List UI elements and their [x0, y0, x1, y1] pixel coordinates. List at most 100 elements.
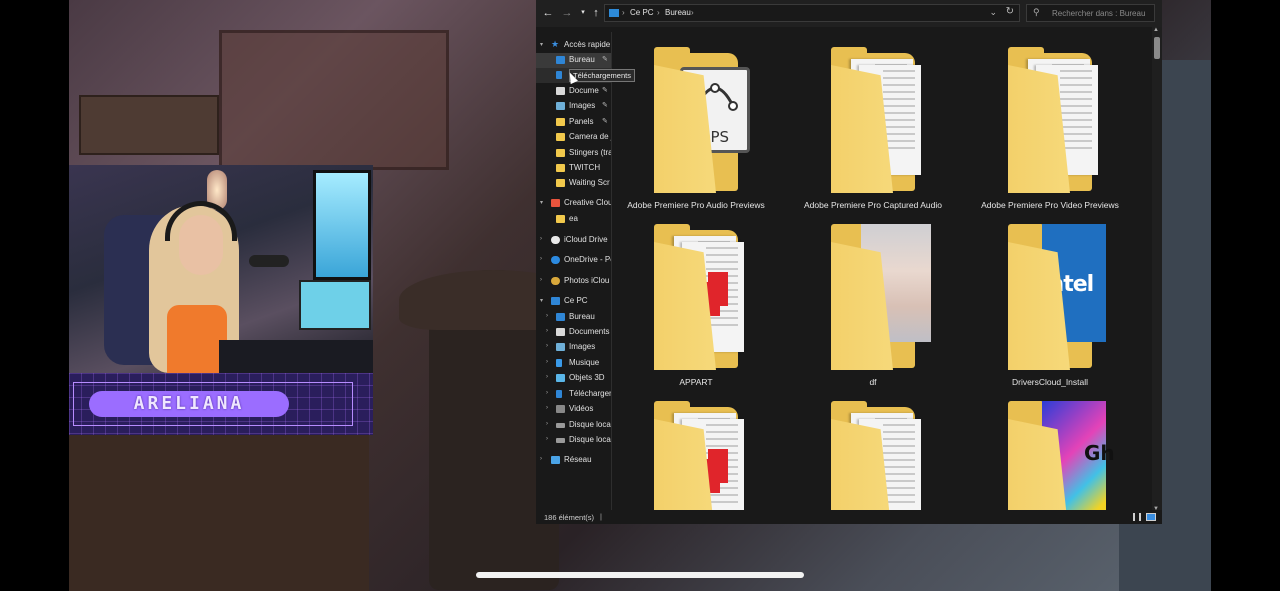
chevron-down-icon[interactable]: ▾ — [540, 41, 543, 48]
status-separator: | — [600, 512, 602, 521]
breadcrumb-bureau[interactable]: Bureau — [665, 8, 691, 17]
chevron-right-icon[interactable]: › — [540, 256, 542, 262]
chevron-right-icon[interactable]: › — [546, 436, 548, 442]
breadcrumb-ce-pc[interactable]: Ce PC — [630, 8, 654, 17]
image-preview-label: Gh — [1084, 441, 1115, 465]
status-bar: 186 élément(s) | — [536, 510, 1162, 524]
folder-item[interactable]: FPDFAPPART — [616, 212, 776, 387]
objects-3d-icon — [556, 374, 565, 382]
pictures-icon — [556, 343, 565, 351]
chevron-right-icon[interactable]: › — [546, 343, 548, 349]
nav-item[interactable]: › Images — [536, 340, 611, 355]
large-icons-view-icon[interactable] — [1146, 513, 1156, 521]
chevron-right-icon[interactable]: › — [546, 328, 548, 334]
recent-locations-icon[interactable]: ▾ — [576, 6, 590, 20]
nav-item[interactable]: Bureau ✎ — [536, 53, 611, 68]
nav-item-label: Musique — [569, 358, 600, 367]
chevron-right-icon[interactable]: › — [546, 405, 548, 411]
scroll-up-icon[interactable]: ▲ — [1153, 27, 1159, 33]
file-grid[interactable]: EPS Adobe Premiere Pro Audio Previews Adob… — [616, 30, 1152, 510]
folder-item[interactable] — [793, 389, 953, 510]
folder-item[interactable]: EPS Adobe Premiere Pro Audio Previews — [616, 35, 776, 210]
folder-icon — [556, 118, 565, 126]
vertical-scrollbar[interactable]: ▲ ▼ — [1152, 27, 1162, 512]
nav-item[interactable]: › Disque loca — [536, 418, 611, 433]
navigation-pane[interactable]: ▾★Accès rapideBureau✎Téléchargements✎Doc… — [536, 32, 612, 510]
chevron-down-icon[interactable]: ▾ — [540, 199, 543, 206]
nav-item[interactable]: › Disque loca — [536, 433, 611, 448]
folder-name[interactable]: DriversCloud_Install — [970, 377, 1130, 387]
nav-item[interactable]: ▾ Ce PC — [536, 294, 611, 309]
details-view-icon[interactable] — [1133, 513, 1141, 521]
folder-item[interactable]: Adobe Premiere Pro Video Previews — [970, 35, 1130, 210]
folder-item[interactable]: df — [793, 212, 953, 387]
folder-name[interactable]: Adobe Premiere Pro Video Previews — [970, 200, 1130, 210]
search-icon: ⚲ — [1033, 7, 1040, 17]
folder-name[interactable]: APPART — [616, 377, 776, 387]
nav-item-label: Photos iClou — [564, 276, 610, 285]
up-arrow-icon[interactable]: ↑ — [589, 6, 603, 20]
folder-icon — [556, 164, 565, 172]
refresh-icon[interactable]: ↻ — [1006, 6, 1014, 17]
name-plate: ARELIANA — [69, 373, 373, 435]
desk — [219, 340, 373, 373]
search-box[interactable]: ⚲ Rechercher dans : Bureau — [1026, 4, 1155, 22]
nav-item[interactable]: › Documents — [536, 325, 611, 340]
nav-item[interactable]: › Photos iClou — [536, 274, 611, 289]
chevron-right-icon[interactable]: › — [546, 313, 548, 319]
nav-item[interactable]: Panels ✎ — [536, 115, 611, 130]
folder-item[interactable]: FPDF — [616, 389, 776, 510]
forward-arrow-icon[interactable]: → — [560, 6, 574, 20]
desktop-folder-icon — [556, 313, 565, 321]
nav-item[interactable]: Docume ✎ — [536, 84, 611, 99]
folder-item[interactable]: Adobe Premiere Pro Captured Audio — [793, 35, 953, 210]
scrollbar-thumb[interactable] — [1154, 37, 1160, 59]
nav-item[interactable]: › Bureau — [536, 310, 611, 325]
address-dropdown-icon[interactable]: ⌄ — [989, 7, 997, 18]
nav-item[interactable]: ▾ ★ Accès rapide — [536, 38, 611, 53]
chevron-right-icon[interactable]: › — [540, 277, 542, 283]
folder-name[interactable]: Adobe Premiere Pro Audio Previews — [616, 200, 776, 210]
folder-item[interactable]: intel DriversCloud_Install — [970, 212, 1130, 387]
chevron-right-icon[interactable]: › — [540, 236, 542, 242]
nav-item[interactable]: Camera de j — [536, 130, 611, 145]
background-table — [69, 420, 369, 591]
nav-item[interactable]: TWITCH — [536, 161, 611, 176]
nav-item[interactable]: › Réseau — [536, 453, 611, 468]
folder-icon — [556, 133, 565, 141]
nav-item[interactable]: Stingers (tra — [536, 146, 611, 161]
pin-icon: ✎ — [602, 56, 608, 63]
nav-item[interactable]: › Téléchargen — [536, 387, 611, 402]
nav-item-label: Images — [569, 342, 596, 351]
nav-item[interactable]: › Objets 3D — [536, 371, 611, 386]
documents-icon — [556, 328, 565, 336]
folder-item[interactable]: Gh — [970, 389, 1130, 510]
chevron-down-icon[interactable]: ▾ — [540, 297, 543, 304]
chevron-right-icon[interactable]: › — [546, 390, 548, 396]
nav-item-label: Bureau — [569, 312, 595, 321]
nav-item-label: Ce PC — [564, 296, 588, 305]
nav-item[interactable]: › iCloud Drive — [536, 233, 611, 248]
nav-item[interactable]: › Vidéos — [536, 402, 611, 417]
chevron-right-icon[interactable]: › — [546, 374, 548, 380]
nav-item[interactable]: Images ✎ — [536, 99, 611, 114]
nav-item[interactable]: › Musique — [536, 356, 611, 371]
nav-item[interactable]: ▾ Creative Cloud — [536, 196, 612, 211]
chevron-right-icon[interactable]: › — [546, 421, 548, 427]
address-bar[interactable]: › Ce PC › Bureau › ⌄ ↻ — [604, 4, 1020, 22]
nav-item[interactable]: › OneDrive - Pe — [536, 253, 611, 268]
folder-name[interactable]: df — [793, 377, 953, 387]
nav-item-label: Images — [569, 101, 596, 110]
search-placeholder[interactable]: Rechercher dans : Bureau — [1052, 9, 1145, 18]
nav-item[interactable]: Waiting Scr — [536, 176, 611, 191]
nav-item[interactable]: ea — [536, 212, 611, 227]
home-indicator-bar[interactable] — [476, 572, 804, 578]
background-window — [219, 30, 449, 170]
nav-item-label: Panels — [569, 117, 594, 126]
chevron-right-icon[interactable]: › — [546, 359, 548, 365]
pictures-icon — [556, 102, 565, 110]
folder-name[interactable]: Adobe Premiere Pro Captured Audio — [793, 200, 953, 210]
nav-item-label: Creative Cloud — [564, 198, 612, 207]
chevron-right-icon[interactable]: › — [540, 456, 542, 462]
back-arrow-icon[interactable]: ← — [541, 6, 555, 20]
